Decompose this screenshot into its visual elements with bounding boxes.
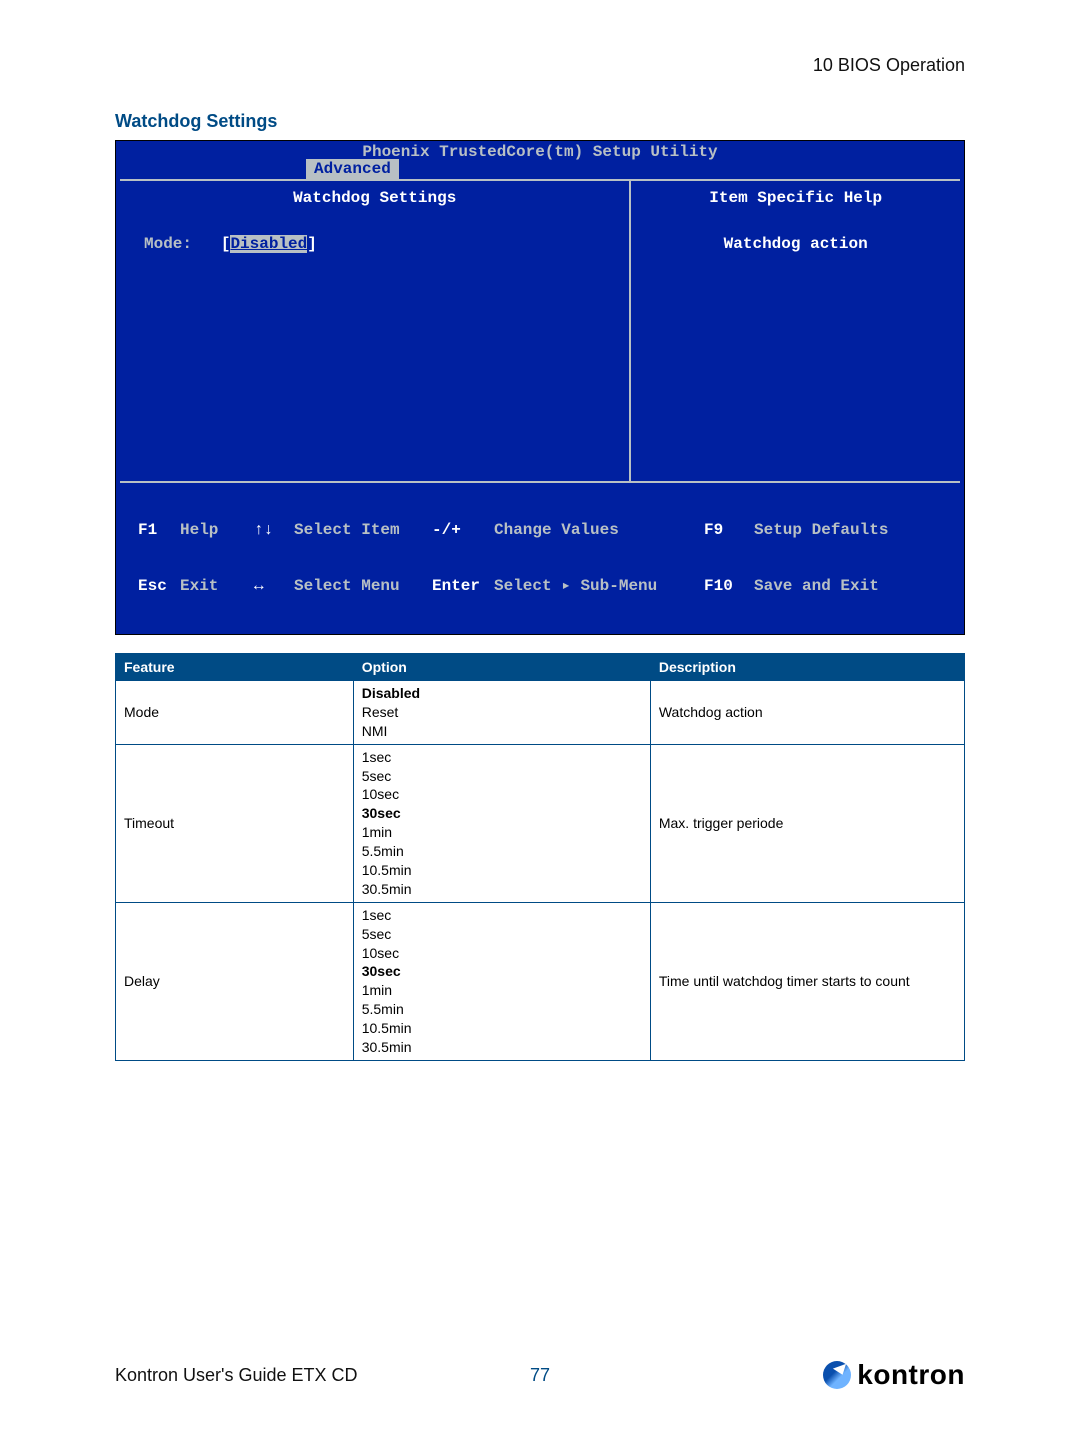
bios-label-save-exit: Save and Exit	[754, 577, 879, 595]
bios-field-label: Mode:	[144, 235, 192, 253]
option-value: 1sec	[362, 748, 642, 767]
settings-table: Feature Option Description ModeDisabledR…	[115, 653, 965, 1061]
page-footer: Kontron User's Guide ETX CD 77 kontron	[115, 1359, 965, 1391]
table-row: ModeDisabledResetNMIWatchdog action	[116, 681, 965, 745]
bios-label-setup-defaults: Setup Defaults	[754, 521, 888, 539]
option-value: 1min	[362, 823, 642, 842]
bios-key-esc: Esc	[116, 577, 180, 595]
brand-logo: kontron	[823, 1359, 965, 1391]
option-value: 30.5min	[362, 1038, 642, 1057]
chapter-heading: 10 BIOS Operation	[115, 55, 965, 76]
arrow-updown-icon: ↑↓	[254, 521, 294, 539]
col-description: Description	[650, 654, 964, 681]
option-value: 10.5min	[362, 1019, 642, 1038]
option-value: Reset	[362, 703, 642, 722]
bios-label-change-values: Change Values	[494, 521, 704, 539]
option-value: 10.5min	[362, 861, 642, 880]
cell-description: Watchdog action	[650, 681, 964, 745]
bios-tab-advanced[interactable]: Advanced	[306, 159, 399, 179]
cell-description: Max. trigger periode	[650, 744, 964, 902]
page-number: 77	[530, 1365, 550, 1386]
cell-description: Time until watchdog timer starts to coun…	[650, 902, 964, 1060]
option-value: 30sec	[362, 962, 642, 981]
arrow-leftright-icon: ↔	[254, 577, 294, 595]
option-value: 30sec	[362, 804, 642, 823]
bios-label-select-menu: Select Menu	[294, 577, 432, 595]
option-value: 10sec	[362, 785, 642, 804]
bios-header: Phoenix TrustedCore(tm) Setup Utility	[116, 141, 964, 161]
bios-footer: F1 Help ↑↓ Select Item -/+ Change Values…	[116, 483, 964, 634]
option-value: 5sec	[362, 767, 642, 786]
cell-feature: Mode	[116, 681, 354, 745]
table-row: Timeout1sec5sec10sec30sec1min5.5min10.5m…	[116, 744, 965, 902]
option-value: NMI	[362, 722, 642, 741]
bios-label-select-item: Select Item	[294, 521, 432, 539]
bios-tabbar: Advanced	[116, 159, 964, 179]
brand-text: kontron	[857, 1359, 965, 1391]
option-value: 5sec	[362, 925, 642, 944]
bios-key-f9: F9	[704, 521, 754, 539]
bios-panel-title: Watchdog Settings	[120, 189, 629, 207]
section-title: Watchdog Settings	[115, 111, 965, 132]
bios-left-panel: Watchdog Settings Mode: [Disabled]	[120, 181, 631, 481]
col-feature: Feature	[116, 654, 354, 681]
option-value: 1min	[362, 981, 642, 1000]
bios-field-value[interactable]: Disabled	[230, 235, 307, 253]
bios-field-mode[interactable]: Mode: [Disabled]	[120, 235, 629, 253]
option-value: 30.5min	[362, 880, 642, 899]
cell-feature: Delay	[116, 902, 354, 1060]
bios-key-plusminus: -/+	[432, 521, 494, 539]
bios-key-f10: F10	[704, 577, 754, 595]
option-value: Disabled	[362, 684, 642, 703]
bios-key-enter: Enter	[432, 577, 494, 595]
cell-option: DisabledResetNMI	[353, 681, 650, 745]
footer-guide: Kontron User's Guide ETX CD	[115, 1365, 358, 1386]
cell-option: 1sec5sec10sec30sec1min5.5min10.5min30.5m…	[353, 744, 650, 902]
bios-label-help: Help	[180, 521, 254, 539]
bios-screenshot: Phoenix TrustedCore(tm) Setup Utility Ad…	[115, 140, 965, 635]
bios-key-f1: F1	[116, 521, 180, 539]
option-value: 5.5min	[362, 1000, 642, 1019]
bios-help-text: Watchdog action	[631, 235, 960, 253]
bios-label-select-submenu: Select ▸ Sub-Menu	[494, 575, 704, 595]
bios-help-panel: Item Specific Help Watchdog action	[631, 181, 960, 481]
table-row: Delay1sec5sec10sec30sec1min5.5min10.5min…	[116, 902, 965, 1060]
option-value: 1sec	[362, 906, 642, 925]
option-value: 10sec	[362, 944, 642, 963]
col-option: Option	[353, 654, 650, 681]
cell-feature: Timeout	[116, 744, 354, 902]
bios-label-exit: Exit	[180, 577, 254, 595]
cell-option: 1sec5sec10sec30sec1min5.5min10.5min30.5m…	[353, 902, 650, 1060]
option-value: 5.5min	[362, 842, 642, 861]
bios-help-title: Item Specific Help	[631, 189, 960, 207]
table-header-row: Feature Option Description	[116, 654, 965, 681]
kontron-icon	[823, 1361, 851, 1389]
